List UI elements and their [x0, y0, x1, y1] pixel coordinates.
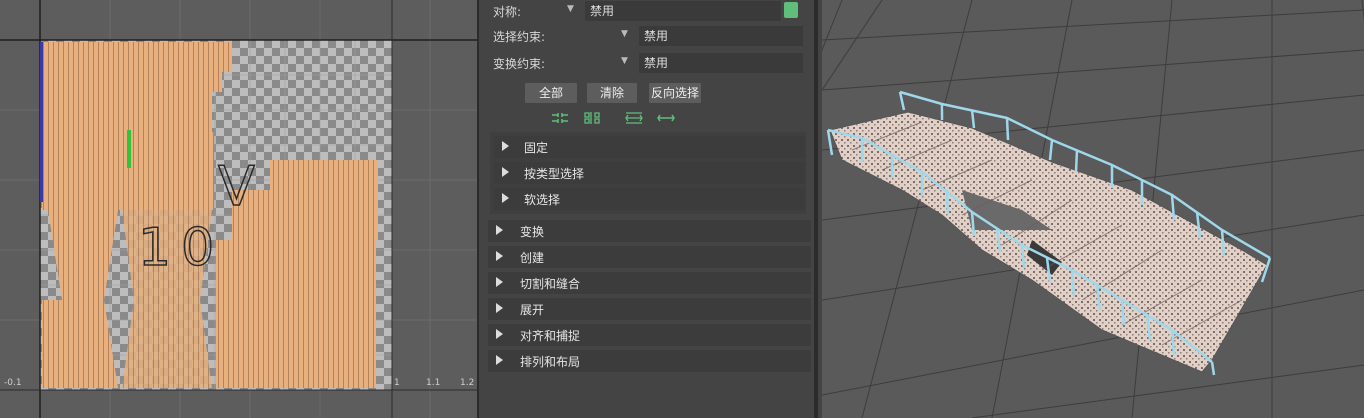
- uv-tick-label: 1: [394, 378, 400, 388]
- transform-constraint-label: 变换约束:: [493, 57, 546, 71]
- frame-title: 创建: [520, 251, 545, 265]
- frame-arrange-and-layout[interactable]: 排列和布局: [488, 350, 811, 372]
- frame-title: 切割和缝合: [520, 277, 581, 291]
- select-constraint-label: 选择约束:: [493, 30, 546, 44]
- frame-select-by-type[interactable]: 按类型选择: [494, 162, 805, 184]
- frame-title: 对齐和捕捉: [520, 329, 581, 343]
- bridge-model: [826, 90, 1272, 376]
- select-constraint-row: 选择约束: ▼ 禁用: [479, 25, 814, 47]
- symmetry-label: 对称:: [493, 5, 522, 19]
- frame-cut-and-sew[interactable]: 切割和缝合: [488, 272, 811, 294]
- frame-transform[interactable]: 变换: [488, 220, 811, 242]
- uv-overlay-number: 10: [138, 218, 224, 278]
- expand-triangle-icon[interactable]: [502, 167, 509, 177]
- uv-editor-viewport[interactable]: V 10 -0.1 1 1.1 1.2: [0, 0, 477, 418]
- expand-triangle-icon[interactable]: [496, 225, 503, 235]
- frame-create[interactable]: 创建: [488, 246, 811, 268]
- transform-constraint-row: 变换约束: ▼ 禁用: [479, 52, 814, 74]
- frame-title: 按类型选择: [524, 167, 585, 181]
- chevron-down-icon[interactable]: ▼: [621, 56, 628, 66]
- uv-shell: [42, 42, 232, 72]
- selected-edge: [127, 130, 131, 168]
- uv-tick-label: 1.1: [426, 378, 441, 388]
- uv-tick-label: 1.2: [460, 378, 475, 388]
- uv-shell: [42, 72, 222, 92]
- expand-triangle-icon[interactable]: [496, 303, 503, 313]
- expand-triangle-icon[interactable]: [496, 329, 503, 339]
- frame-align-and-snap[interactable]: 对齐和捕捉: [488, 324, 811, 346]
- expand-triangle-icon[interactable]: [496, 251, 503, 261]
- transform-constraint-dropdown[interactable]: 禁用: [639, 53, 803, 73]
- frame-title: 固定: [524, 141, 549, 155]
- perspective-viewport[interactable]: [822, 0, 1364, 418]
- select-all-button[interactable]: 全部: [525, 83, 577, 103]
- expand-triangle-icon[interactable]: [502, 141, 509, 151]
- grow-selection-icon[interactable]: [583, 111, 601, 125]
- uv-toolkit-panel: 对称: ▼ 禁用 选择约束: ▼ 禁用 变换约束: ▼ 禁用 全部 清除 反向选…: [477, 0, 818, 418]
- expand-triangle-icon[interactable]: [502, 193, 509, 203]
- expand-triangle-icon[interactable]: [496, 277, 503, 287]
- chevron-down-icon[interactable]: ▼: [567, 4, 574, 14]
- expand-triangle-icon[interactable]: [496, 355, 503, 365]
- frame-soft-select[interactable]: 软选择: [494, 188, 805, 210]
- chevron-down-icon[interactable]: ▼: [621, 29, 628, 39]
- frame-unfold[interactable]: 展开: [488, 298, 811, 320]
- shrink-selection-icon[interactable]: [551, 111, 569, 125]
- symmetry-dropdown[interactable]: 禁用: [585, 1, 781, 21]
- clear-selection-button[interactable]: 清除: [587, 83, 637, 103]
- viewport-canvas[interactable]: [822, 0, 1364, 418]
- frame-title: 软选择: [524, 193, 561, 207]
- uv-overlay-letter: V: [218, 155, 255, 218]
- uv-tick-label: -0.1: [4, 378, 22, 388]
- frame-title: 排列和布局: [520, 355, 581, 369]
- frame-title: 变换: [520, 225, 545, 239]
- symmetry-map-icon[interactable]: [784, 2, 798, 18]
- select-shell-border-icon[interactable]: [625, 111, 643, 125]
- uv-canvas[interactable]: V 10: [0, 0, 477, 418]
- select-edge-loop-icon[interactable]: [657, 111, 675, 125]
- select-constraint-dropdown[interactable]: 禁用: [639, 26, 803, 46]
- symmetry-row: 对称: ▼ 禁用: [479, 0, 814, 22]
- invert-selection-button[interactable]: 反向选择: [649, 83, 701, 103]
- frame-pin[interactable]: 固定: [494, 136, 805, 158]
- uv-shell: [42, 300, 62, 388]
- uv-shell: [124, 112, 204, 134]
- uv-shell: [216, 240, 376, 388]
- frame-title: 展开: [520, 303, 545, 317]
